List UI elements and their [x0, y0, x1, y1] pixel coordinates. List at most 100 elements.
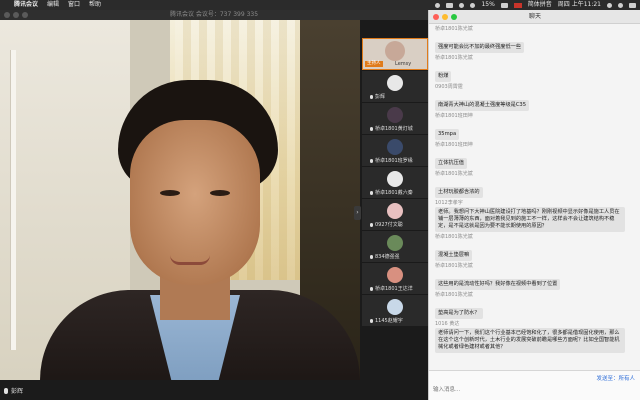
send-to-value: 所有人 — [618, 376, 635, 382]
message-sender: 桥卓1801陈光斌 — [435, 292, 473, 298]
message-sender: 桥卓1801班田坤 — [435, 113, 473, 119]
chat-message: 1012李孝宇 老师。我想问下大神山医院建设打了地基吗？刚刚视频中显示好像是施工… — [435, 200, 635, 232]
microphone-icon — [370, 158, 373, 163]
participant-tile[interactable]: 桥卓1801班罗缘 — [362, 134, 428, 166]
chat-message: 桥卓1801陈光斌 垫高是为了防水？ — [435, 292, 635, 319]
participant-avatar — [387, 235, 403, 251]
wifi-icon[interactable] — [470, 2, 476, 8]
speaker-mouth — [170, 255, 210, 265]
participant-avatar — [387, 267, 403, 283]
menu-bar: 腾讯会议 编辑 窗口 帮助 15% 简体拼音 周四 上午11:21 — [0, 0, 640, 10]
participant-name: 桥卓1801班罗缘 — [375, 158, 413, 164]
minimize-icon[interactable] — [442, 14, 448, 20]
chat-message: 桥卓1801陈光斌 土材玩胶都含浓的 — [435, 171, 635, 198]
participant-avatar — [385, 41, 405, 61]
participant-tile[interactable]: 桥卓1801戴六秦 — [362, 166, 428, 198]
chat-window: 聊天 桥卓1801陈光斌 强度可能会比不加的最终强度低一些 桥卓1801陈光斌 … — [428, 10, 640, 400]
chat-message: 桥卓1801班田坤 35mpa — [435, 113, 635, 140]
participant-tile[interactable]: 桥卓1801黄灯城 — [362, 102, 428, 134]
message-sender: 1016 黄达 — [435, 321, 460, 327]
send-to-label: 发送至： — [596, 376, 619, 382]
message-sender: 桥卓1801班田坤 — [435, 142, 473, 148]
bluetooth-icon[interactable] — [459, 2, 465, 8]
message-text[interactable]: 粉煤 — [435, 71, 452, 82]
microphone-icon — [370, 222, 373, 227]
participant-tile[interactable]: 主持人 Lemsy — [362, 38, 428, 70]
message-sender: 桥卓1801陈光斌 — [435, 263, 473, 269]
microphone-icon — [370, 94, 373, 99]
main-speaker-label: 彭辉 — [4, 386, 23, 395]
message-sender: 桥卓1801陈光斌 — [435, 234, 473, 240]
control-center-icon[interactable] — [629, 2, 636, 8]
input-method[interactable]: 简体拼音 — [528, 0, 552, 10]
speaker-eye-right — [210, 190, 230, 196]
participant-tile[interactable]: 1145赵耀宇 — [362, 294, 428, 326]
main-video[interactable] — [0, 20, 360, 380]
menu-window[interactable]: 窗口 — [68, 0, 80, 10]
message-text[interactable]: 强度可能会比不加的最终强度低一些 — [435, 42, 525, 53]
main-speaker-name: 彭辉 — [11, 388, 24, 395]
flag-icon[interactable] — [513, 2, 522, 8]
siri-icon[interactable] — [618, 2, 623, 8]
chat-title: 聊天 — [528, 13, 541, 20]
chat-message-list[interactable]: 桥卓1801陈光斌 强度可能会比不加的最终强度低一些 桥卓1801陈光斌 粉煤 … — [429, 24, 640, 370]
message-sender: 1012李孝宇 — [435, 200, 463, 206]
menu-app-name[interactable]: 腾讯会议 — [14, 0, 38, 10]
battery-icon[interactable] — [500, 2, 508, 8]
participant-tile[interactable]: 0927付文聪 — [362, 198, 428, 230]
video-pipe — [10, 50, 16, 350]
chat-input[interactable] — [433, 384, 633, 396]
collapse-strip-button[interactable]: › — [354, 206, 361, 220]
participant-avatar — [387, 203, 403, 219]
clock[interactable]: 周四 上午11:21 — [558, 0, 601, 10]
participant-name: 桥卓1801王达洋 — [375, 286, 413, 292]
meeting-titlebar: 腾讯会议 会议号：737 399 335 — [0, 10, 428, 20]
participant-avatar — [387, 107, 403, 123]
message-text[interactable]: 35mpa — [435, 129, 460, 140]
status-icon[interactable] — [435, 2, 441, 8]
participant-avatar — [387, 299, 403, 315]
microphone-icon — [370, 126, 373, 131]
microphone-icon — [370, 190, 373, 195]
participant-avatar — [387, 75, 403, 91]
participant-name: 834德强强 — [375, 254, 400, 260]
participant-avatar — [387, 139, 403, 155]
participant-name: 0927付文聪 — [375, 222, 403, 228]
message-text[interactable]: 老师。我想问下大神山医院建设打了地基吗？刚刚视频中显示好像是施工人员在铺一层薄薄… — [435, 207, 625, 232]
participant-tile[interactable]: 桥卓1801王达洋 — [362, 262, 428, 294]
message-sender: 桥卓1801陈光斌 — [435, 55, 473, 61]
participant-avatar — [387, 171, 403, 187]
close-icon[interactable] — [433, 14, 439, 20]
message-text[interactable]: 这些用的是流动性好吗？我好像在视频中看到了位置 — [435, 279, 561, 290]
chat-message: 桥卓1801班田坤 立体抗压值 — [435, 142, 635, 169]
microphone-icon — [370, 286, 373, 291]
microphone-icon — [370, 254, 373, 259]
message-text[interactable]: 垫高是为了防水？ — [435, 308, 483, 319]
chat-message: 桥卓1801陈光斌 强度可能会比不加的最终强度低一些 — [435, 26, 635, 53]
search-icon[interactable] — [607, 2, 612, 8]
message-sender: 桥卓1801陈光斌 — [435, 26, 473, 32]
participant-name: Lemsy — [395, 61, 412, 67]
chat-message: 桥卓1801陈光斌 混凝土垫层嘛 — [435, 234, 635, 261]
message-text[interactable]: 南湖青大神山的混凝土强度等级是C35 — [435, 100, 530, 111]
participant-tile[interactable]: 834德强强 — [362, 230, 428, 262]
chat-titlebar: 聊天 — [429, 10, 640, 24]
message-text[interactable]: 混凝土垫层嘛 — [435, 250, 473, 261]
message-text[interactable]: 土材玩胶都含浓的 — [435, 187, 483, 198]
speaker-eye-left — [160, 190, 180, 196]
screen-icon[interactable] — [446, 2, 454, 8]
host-badge: 主持人 — [365, 61, 383, 67]
chat-message: 1016 黄达 老师请问一下，我们这个行业基本已经饱和化了，很多都是借现固化使用… — [435, 321, 635, 353]
menu-help[interactable]: 帮助 — [89, 0, 101, 10]
zoom-icon[interactable] — [451, 14, 457, 20]
message-text[interactable]: 立体抗压值 — [435, 158, 467, 169]
participant-name: 桥卓1801黄灯城 — [375, 126, 413, 132]
meeting-title: 腾讯会议 会议号：737 399 335 — [169, 11, 259, 18]
microphone-icon — [370, 318, 373, 323]
microphone-icon — [4, 387, 8, 394]
menu-edit[interactable]: 编辑 — [47, 0, 59, 10]
send-to-selector[interactable]: 发送至：所有人 — [596, 374, 635, 382]
message-text[interactable]: 老师请问一下，我们这个行业基本已经饱和化了，很多都是借现固化使用，那么在这个这个… — [435, 328, 625, 353]
battery-percent: 15% — [481, 1, 495, 8]
participant-tile[interactable]: 彭辉 — [362, 70, 428, 102]
